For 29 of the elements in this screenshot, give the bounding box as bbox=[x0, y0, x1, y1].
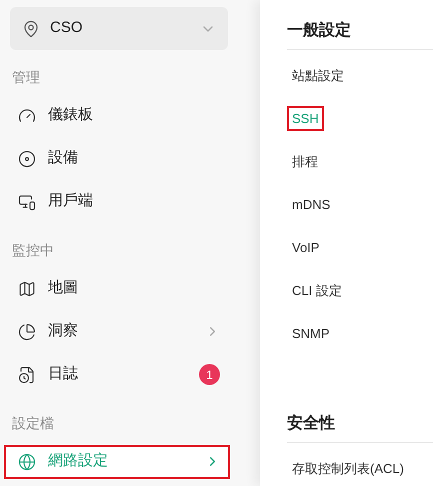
gauge-icon bbox=[18, 106, 36, 124]
disc-icon bbox=[18, 150, 36, 168]
settings-link[interactable]: VoIP bbox=[287, 234, 324, 260]
section-heading: 監控中 bbox=[12, 240, 54, 260]
location-icon bbox=[22, 20, 40, 38]
group-heading: 一般設定 bbox=[287, 20, 351, 40]
group-heading: 安全性 bbox=[287, 413, 335, 434]
settings-link[interactable]: 站點設定 bbox=[287, 62, 349, 88]
section-heading: 設定檔 bbox=[12, 414, 54, 432]
globe-icon bbox=[18, 452, 36, 470]
section-heading: 管理 bbox=[12, 68, 40, 86]
map-icon bbox=[18, 280, 36, 298]
nav-item[interactable]: 儀錶板 bbox=[4, 98, 230, 132]
settings-link[interactable]: 排程 bbox=[287, 148, 323, 174]
settings-link[interactable]: 存取控制列表(ACL) bbox=[287, 456, 409, 482]
nav-item[interactable]: 地圖 bbox=[4, 272, 230, 306]
settings-link[interactable]: SNMP bbox=[287, 320, 335, 346]
site-name: CSO bbox=[50, 18, 84, 38]
devices-icon bbox=[18, 192, 36, 210]
nav-item[interactable]: 日誌 1 bbox=[4, 358, 230, 392]
settings-link[interactable]: mDNS bbox=[287, 192, 336, 218]
nav-item[interactable]: 設備 bbox=[4, 142, 230, 176]
settings-link[interactable]: CLI 設定 bbox=[287, 278, 347, 304]
nav-item[interactable]: 用戶端 bbox=[4, 184, 230, 218]
count-badge: 1 bbox=[199, 364, 220, 385]
site-selector[interactable]: CSO bbox=[10, 7, 228, 50]
pie-chart-icon bbox=[18, 322, 36, 340]
nav-item[interactable]: 洞察 bbox=[4, 314, 230, 348]
document-icon bbox=[18, 366, 36, 384]
